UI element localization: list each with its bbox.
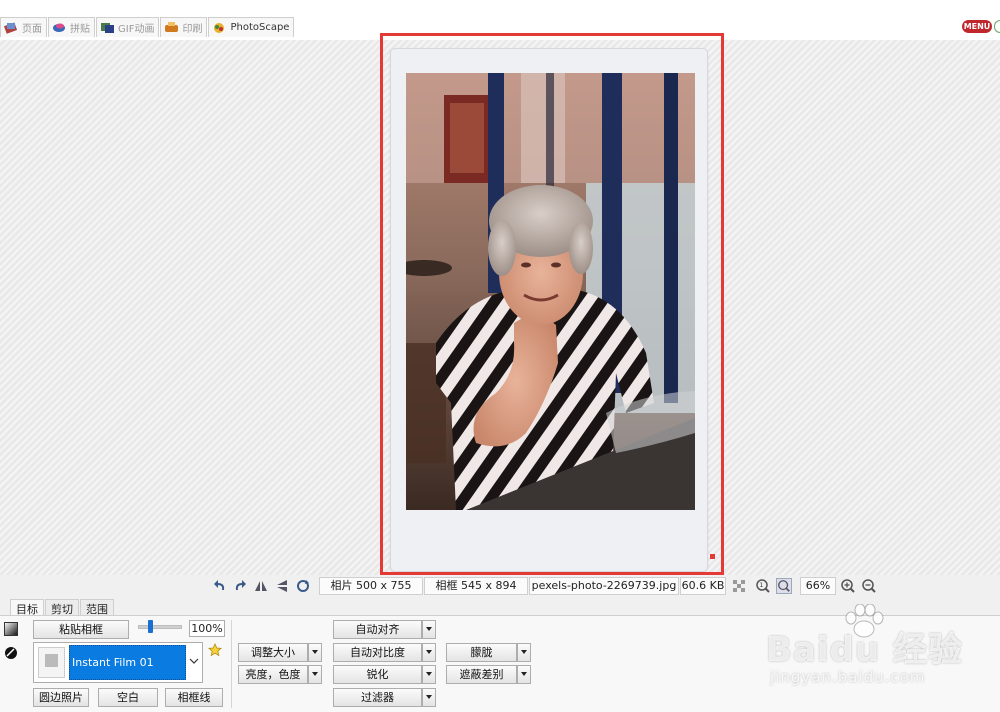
blur-dropdown[interactable] [517,643,531,662]
print-icon [165,22,179,32]
photoscape-icon [214,23,225,33]
filesize-readout: 60.6 KB [680,577,726,595]
tool-panel: 目标 剪切 范围 粘贴相框 100% Instant Film 01 圆边照片 … [0,597,1000,712]
tab-label: 拼贴 [70,24,90,35]
filename-readout: pexels-photo-2269739.jpg [529,577,679,595]
sharpen-button[interactable]: 锐化 [333,665,422,684]
opacity-slider-track[interactable] [138,625,182,629]
tab-photoscape[interactable]: PhotoScape [208,17,295,37]
auto-level-dropdown[interactable] [422,620,436,639]
star-icon[interactable] [208,643,222,657]
editor-canvas[interactable] [0,33,1000,575]
blur-button[interactable]: 朦胧 [446,643,517,662]
tab-label: GIF动画 [118,24,155,35]
redo-icon[interactable] [232,578,248,594]
color-tool-icon[interactable] [4,646,18,660]
tab-combine[interactable]: 拼贴 [48,17,95,37]
brightness-button[interactable]: 亮度，色度 [238,665,308,684]
opacity-slider-thumb[interactable] [148,620,154,633]
frame-size-readout: 相框 545 x 894 [424,577,528,595]
zoom-out-icon[interactable] [861,578,877,594]
tab-label: 印刷 [182,24,203,35]
tab-label: 页面 [22,24,42,35]
blank-button[interactable]: 空白 [98,688,158,707]
frame-line-button[interactable]: 相框线 [165,688,223,707]
status-bar: 相片 500 x 755 相框 545 x 894 pexels-photo-2… [0,575,1000,597]
resize-dropdown[interactable] [308,643,322,662]
opacity-value: 100% [189,620,225,637]
sharpen-dropdown[interactable] [422,665,436,684]
auto-contrast-dropdown[interactable] [422,643,436,662]
brightness-dropdown[interactable] [308,665,322,684]
window-control-icon[interactable] [994,20,1000,33]
backlight-dropdown[interactable] [517,665,531,684]
svg-text:1: 1 [760,582,764,589]
photo-size-readout: 相片 500 x 755 [319,577,423,595]
paste-frame-button[interactable]: 粘贴相框 [33,620,129,639]
tab-gif[interactable]: GIF动画 [96,17,160,37]
undo-icon[interactable] [212,578,228,594]
frame-name: Instant Film 01 [69,645,186,680]
auto-level-button[interactable]: 自动对齐 [333,620,422,639]
filter-button[interactable]: 过滤器 [333,688,422,707]
chevron-down-icon [189,658,199,664]
flip-horizontal-icon[interactable] [253,578,269,594]
rotate-icon[interactable] [295,578,311,594]
tab-label: PhotoScape [230,22,290,33]
selection-box[interactable] [380,33,724,575]
zoom-actual-icon[interactable]: 1 [755,578,771,594]
divider [231,620,232,708]
flip-vertical-icon[interactable] [274,578,290,594]
round-photo-button[interactable]: 圆边照片 [33,688,89,707]
frame-select[interactable]: Instant Film 01 [33,642,203,683]
gif-icon [101,23,114,33]
zoom-fit-icon[interactable] [776,578,792,594]
tab-crop[interactable]: 剪切 [45,599,79,616]
page-icon [4,22,18,34]
resize-handle[interactable] [710,554,715,559]
resize-button[interactable]: 调整大小 [238,643,308,662]
checker-icon[interactable] [731,578,747,594]
tab-range[interactable]: 范围 [80,599,114,616]
backlight-button[interactable]: 遮蔽差别 [446,665,517,684]
filter-dropdown[interactable] [422,688,436,707]
tab-page[interactable]: 页面 [0,17,47,37]
auto-contrast-button[interactable]: 自动对比度 [333,643,422,662]
frame-thumbnail [38,647,65,678]
gradient-tool-icon[interactable] [4,622,18,636]
zoom-level-readout: 66% [800,577,836,595]
combine-icon [53,23,65,32]
tab-target[interactable]: 目标 [10,599,44,616]
zoom-in-icon[interactable] [840,578,856,594]
panel-content: 粘贴相框 100% Instant Film 01 圆边照片 空白 相框线 调整… [0,615,1000,712]
menu-button[interactable]: MENU [962,20,992,33]
tab-print[interactable]: 印刷 [160,17,208,37]
